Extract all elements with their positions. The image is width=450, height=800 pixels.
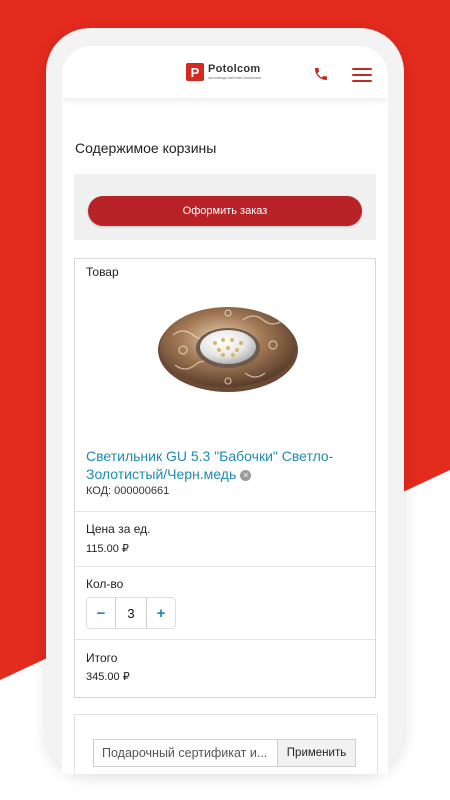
gift-certificate-panel: Подарочный сертификат и... Применить <box>74 714 378 774</box>
decrease-quantity-button[interactable]: − <box>87 598 115 628</box>
product-code: КОД: 000000661 <box>86 485 170 497</box>
site-header: P Potolcom производственная компания <box>62 46 388 98</box>
app-screen: P Potolcom производственная компания Сод… <box>62 46 388 774</box>
quantity-label: Кол-во <box>86 577 124 591</box>
total-value: 345.00 ₽ <box>86 671 130 683</box>
product-name-link[interactable]: Светильник GU 5.3 "Бабочки" Светло-Золот… <box>86 447 371 483</box>
phone-frame: P Potolcom производственная компания Сод… <box>46 28 404 774</box>
price-label: Цена за ед. <box>86 522 151 536</box>
quantity-input[interactable]: 3 <box>115 598 147 628</box>
quantity-stepper: − 3 + <box>86 597 176 629</box>
brand-tagline: производственная компания <box>208 75 262 80</box>
increase-quantity-button[interactable]: + <box>147 598 175 628</box>
checkout-panel: Оформить заказ <box>74 174 376 240</box>
product-section: Товар Светильник GU 5.3 "Бабочки" Светло… <box>75 259 375 512</box>
gift-certificate-input[interactable]: Подарочный сертификат и... <box>93 739 277 767</box>
total-section: Итого 345.00 ₽ <box>75 640 375 696</box>
brand-name: Potolcom <box>208 63 261 75</box>
price-section: Цена за ед. 115.00 ₽ <box>75 512 375 567</box>
logo-mark-icon: P <box>186 63 204 81</box>
product-column-label: Товар <box>86 265 119 279</box>
cart-table: Товар Светильник GU 5.3 "Бабочки" Светло… <box>74 258 376 698</box>
page-title: Содержимое корзины <box>75 140 217 156</box>
apply-button[interactable]: Применить <box>277 739 356 767</box>
remove-item-icon[interactable]: × <box>240 469 252 481</box>
price-value: 115.00 ₽ <box>86 543 129 555</box>
logo-text: Potolcom производственная компания <box>208 64 261 80</box>
phone-icon[interactable] <box>313 66 329 82</box>
menu-bar <box>352 74 372 76</box>
hamburger-menu-icon[interactable] <box>352 68 372 82</box>
menu-bar <box>352 80 372 82</box>
brand-logo[interactable]: P Potolcom производственная компания <box>186 63 261 81</box>
checkout-button[interactable]: Оформить заказ <box>88 196 362 226</box>
total-label: Итого <box>86 651 118 665</box>
product-name[interactable]: Светильник GU 5.3 "Бабочки" Светло-Золот… <box>86 448 333 482</box>
product-image[interactable] <box>153 295 303 395</box>
menu-bar <box>352 68 372 70</box>
